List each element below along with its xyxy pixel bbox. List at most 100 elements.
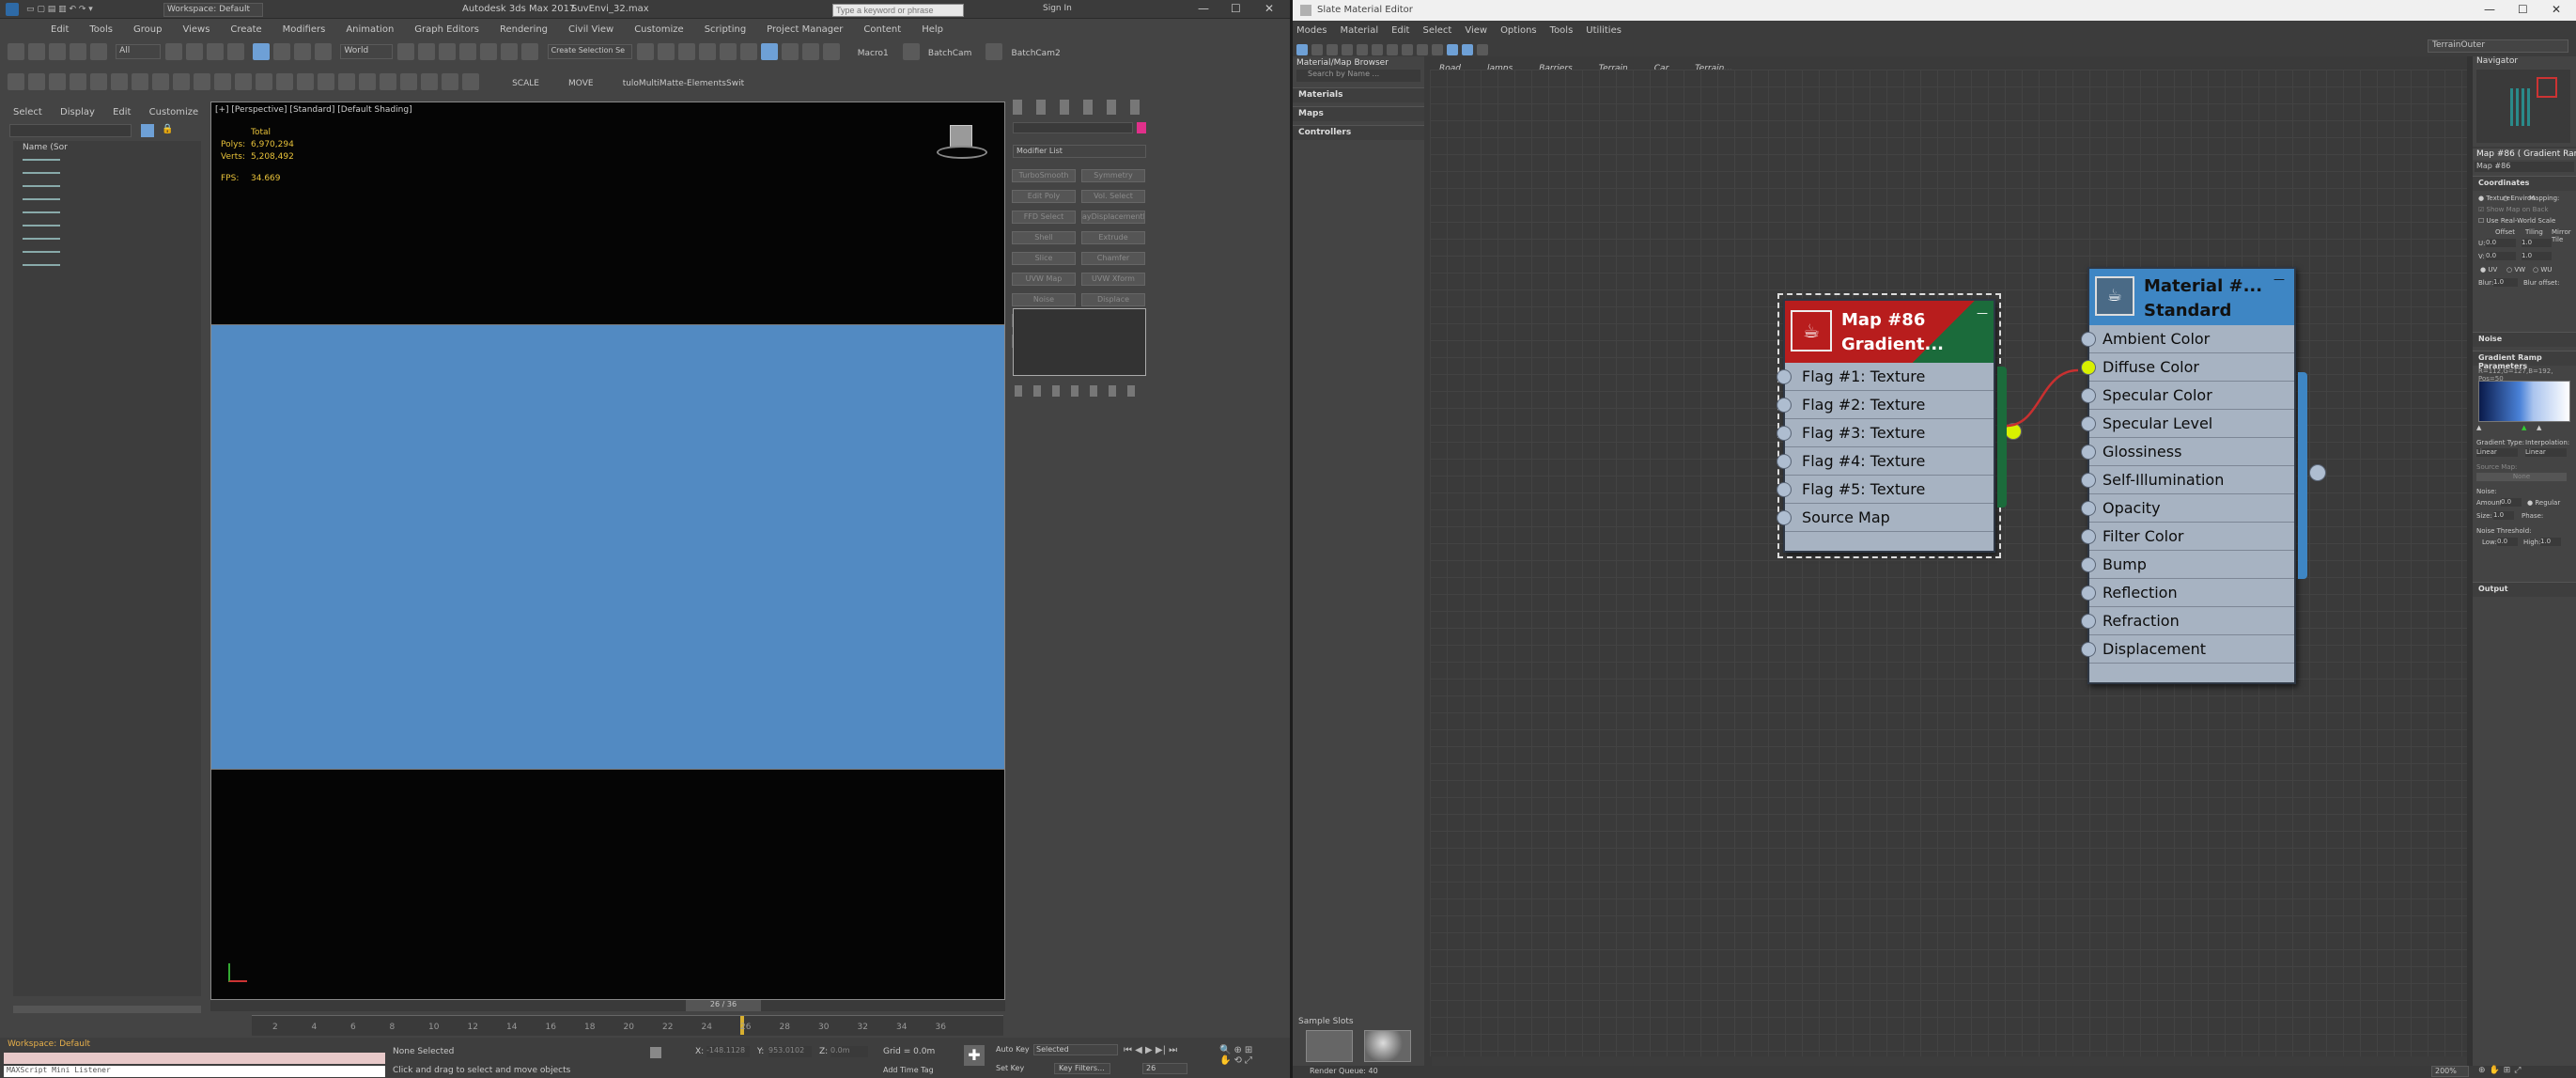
tab-display[interactable]: Display: [60, 107, 95, 117]
modifier-stack[interactable]: [1013, 308, 1146, 376]
create-bone-icon[interactable]: [338, 72, 355, 90]
modifier-button[interactable]: Displace: [1081, 293, 1145, 306]
quick-access-icons[interactable]: ▭ ▢ ▤ ▥ ↶ ↷ ▾: [26, 5, 158, 14]
show-background-icon[interactable]: [1417, 43, 1428, 55]
batchcam-button[interactable]: BatchCam: [928, 49, 971, 58]
node-material[interactable]: ☕ Material #... Standard — Ambient Color…: [2081, 267, 2307, 684]
current-frame-field[interactable]: 26: [1142, 1063, 1187, 1074]
create-tube-icon[interactable]: [256, 72, 272, 90]
u-offset-field[interactable]: 0.0: [2486, 239, 2516, 247]
modifier-button[interactable]: Noise: [1012, 293, 1076, 306]
viewcube-icon[interactable]: [937, 123, 987, 161]
sample-slot-2[interactable]: [1364, 1030, 1411, 1062]
scene-rows[interactable]: [23, 154, 60, 274]
material-input-row[interactable]: Opacity: [2081, 494, 2294, 523]
keyboard-shortcut-icon[interactable]: [439, 42, 457, 60]
viewport-label[interactable]: [+] [Perspective] [Standard] [Default Sh…: [215, 105, 412, 115]
scene-search-input[interactable]: [9, 124, 132, 137]
flag-1-marker[interactable]: ▲: [2476, 424, 2481, 431]
create-cylinder-icon[interactable]: [49, 72, 66, 90]
bind-icon[interactable]: [90, 42, 107, 60]
mirror-icon[interactable]: [636, 42, 654, 60]
v-offset-field[interactable]: 0.0: [2486, 252, 2516, 260]
interp-dropdown[interactable]: Linear: [2525, 448, 2567, 457]
key-filters-button[interactable]: Key Filters...: [1054, 1063, 1110, 1074]
create-pyramid-icon[interactable]: [276, 72, 293, 90]
menu-content[interactable]: Content: [863, 24, 901, 35]
uv-radio[interactable]: ● UV: [2480, 266, 2497, 273]
add-time-tag[interactable]: Add Time Tag: [883, 1066, 934, 1074]
gradient-type-dropdown[interactable]: Linear: [2476, 448, 2518, 457]
input-socket[interactable]: [2081, 388, 2096, 403]
material-input-row[interactable]: Ambient Color: [2081, 325, 2294, 353]
navigator-preview[interactable]: [2476, 70, 2570, 143]
tab-select[interactable]: Select: [13, 107, 42, 117]
create-helper-icon[interactable]: [111, 72, 128, 90]
input-socket[interactable]: [2081, 473, 2096, 488]
percent-snap-icon[interactable]: [501, 42, 519, 60]
select-by-material-icon[interactable]: [1477, 43, 1488, 55]
material-output-socket[interactable]: [2309, 464, 2326, 481]
workspace-dropdown[interactable]: Workspace: Default: [163, 3, 263, 17]
tab-edit[interactable]: Edit: [113, 107, 131, 117]
menu-views[interactable]: Views: [182, 24, 209, 35]
real-world-check[interactable]: ☐ Use Real-World Scale: [2478, 217, 2555, 225]
workspace-status[interactable]: Workspace: Default: [8, 1039, 130, 1051]
select-icon[interactable]: [165, 42, 183, 60]
browser-search[interactable]: Search by Name ...: [1296, 70, 1420, 82]
menu-help[interactable]: Help: [922, 24, 943, 35]
modifier-button[interactable]: Chamfer: [1081, 252, 1145, 265]
create-box-icon[interactable]: [8, 72, 24, 90]
region-icon[interactable]: [207, 42, 225, 60]
snap-icon[interactable]: [459, 42, 477, 60]
macro-button[interactable]: Macro1: [858, 49, 889, 58]
regular-radio[interactable]: ● Regular: [2527, 499, 2560, 507]
move-button[interactable]: MOVE: [568, 79, 594, 88]
size-field[interactable]: 1.0: [2493, 511, 2514, 520]
zoom-field[interactable]: 200%: [2431, 1066, 2469, 1077]
modifier-button[interactable]: Extrude: [1081, 231, 1145, 244]
slate-close-icon[interactable]: ✕: [2552, 3, 2561, 16]
schematic-icon[interactable]: [739, 42, 757, 60]
link-icon[interactable]: [49, 42, 66, 60]
pivot-icon[interactable]: [397, 42, 415, 60]
batch2-icon[interactable]: [985, 42, 1003, 60]
menu-group[interactable]: Group: [133, 24, 162, 35]
menu-tools[interactable]: Tools: [89, 24, 113, 35]
sign-in-link[interactable]: Sign In: [1043, 4, 1072, 13]
create-geosphere-icon[interactable]: [235, 72, 252, 90]
stack-controls[interactable]: [1015, 385, 1146, 397]
filter-icon[interactable]: [141, 124, 154, 137]
source-map-button[interactable]: None: [2476, 473, 2567, 481]
ribbon-icon[interactable]: [698, 42, 716, 60]
create-shape-icon[interactable]: [462, 72, 479, 90]
create-system-icon[interactable]: [400, 72, 417, 90]
render-frame-icon[interactable]: [801, 42, 819, 60]
manipulate-icon[interactable]: [418, 42, 436, 60]
flag-3-marker[interactable]: ▲: [2537, 424, 2541, 431]
key-mode-icon[interactable]: ✚: [964, 1045, 985, 1066]
window-crossing-icon[interactable]: [227, 42, 245, 60]
scene-scrollbar[interactable]: [13, 1006, 201, 1013]
material-input-row[interactable]: Filter Color: [2081, 523, 2294, 551]
y-field[interactable]: 953.0102: [768, 1046, 812, 1057]
curve-editor-icon[interactable]: [719, 42, 737, 60]
angle-snap-icon[interactable]: [480, 42, 498, 60]
rollout-gradient-ramp[interactable]: Gradient Ramp Parameters: [2473, 351, 2576, 370]
material-input-row[interactable]: Displacement: [2081, 635, 2294, 664]
input-socket[interactable]: [2081, 529, 2096, 544]
gradient-ramp-bar[interactable]: [2478, 381, 2570, 422]
u-tiling-field[interactable]: 1.0: [2522, 239, 2552, 247]
vw-radio[interactable]: ○ VW: [2506, 266, 2525, 273]
color-swatch[interactable]: [1137, 122, 1146, 133]
modifier-button[interactable]: UVW Map: [1012, 273, 1076, 286]
hide-slots-icon[interactable]: [1387, 43, 1398, 55]
create-teapot-icon[interactable]: [173, 72, 190, 90]
rollout-output[interactable]: Output: [2473, 582, 2576, 597]
v-tiling-field[interactable]: 1.0: [2522, 252, 2552, 260]
batchcam2-button[interactable]: BatchCam2: [1012, 49, 1061, 58]
menu-create[interactable]: Create: [230, 24, 261, 35]
name-field[interactable]: [1013, 122, 1133, 133]
input-socket[interactable]: [2081, 642, 2096, 657]
menu-customize[interactable]: Customize: [634, 24, 684, 35]
